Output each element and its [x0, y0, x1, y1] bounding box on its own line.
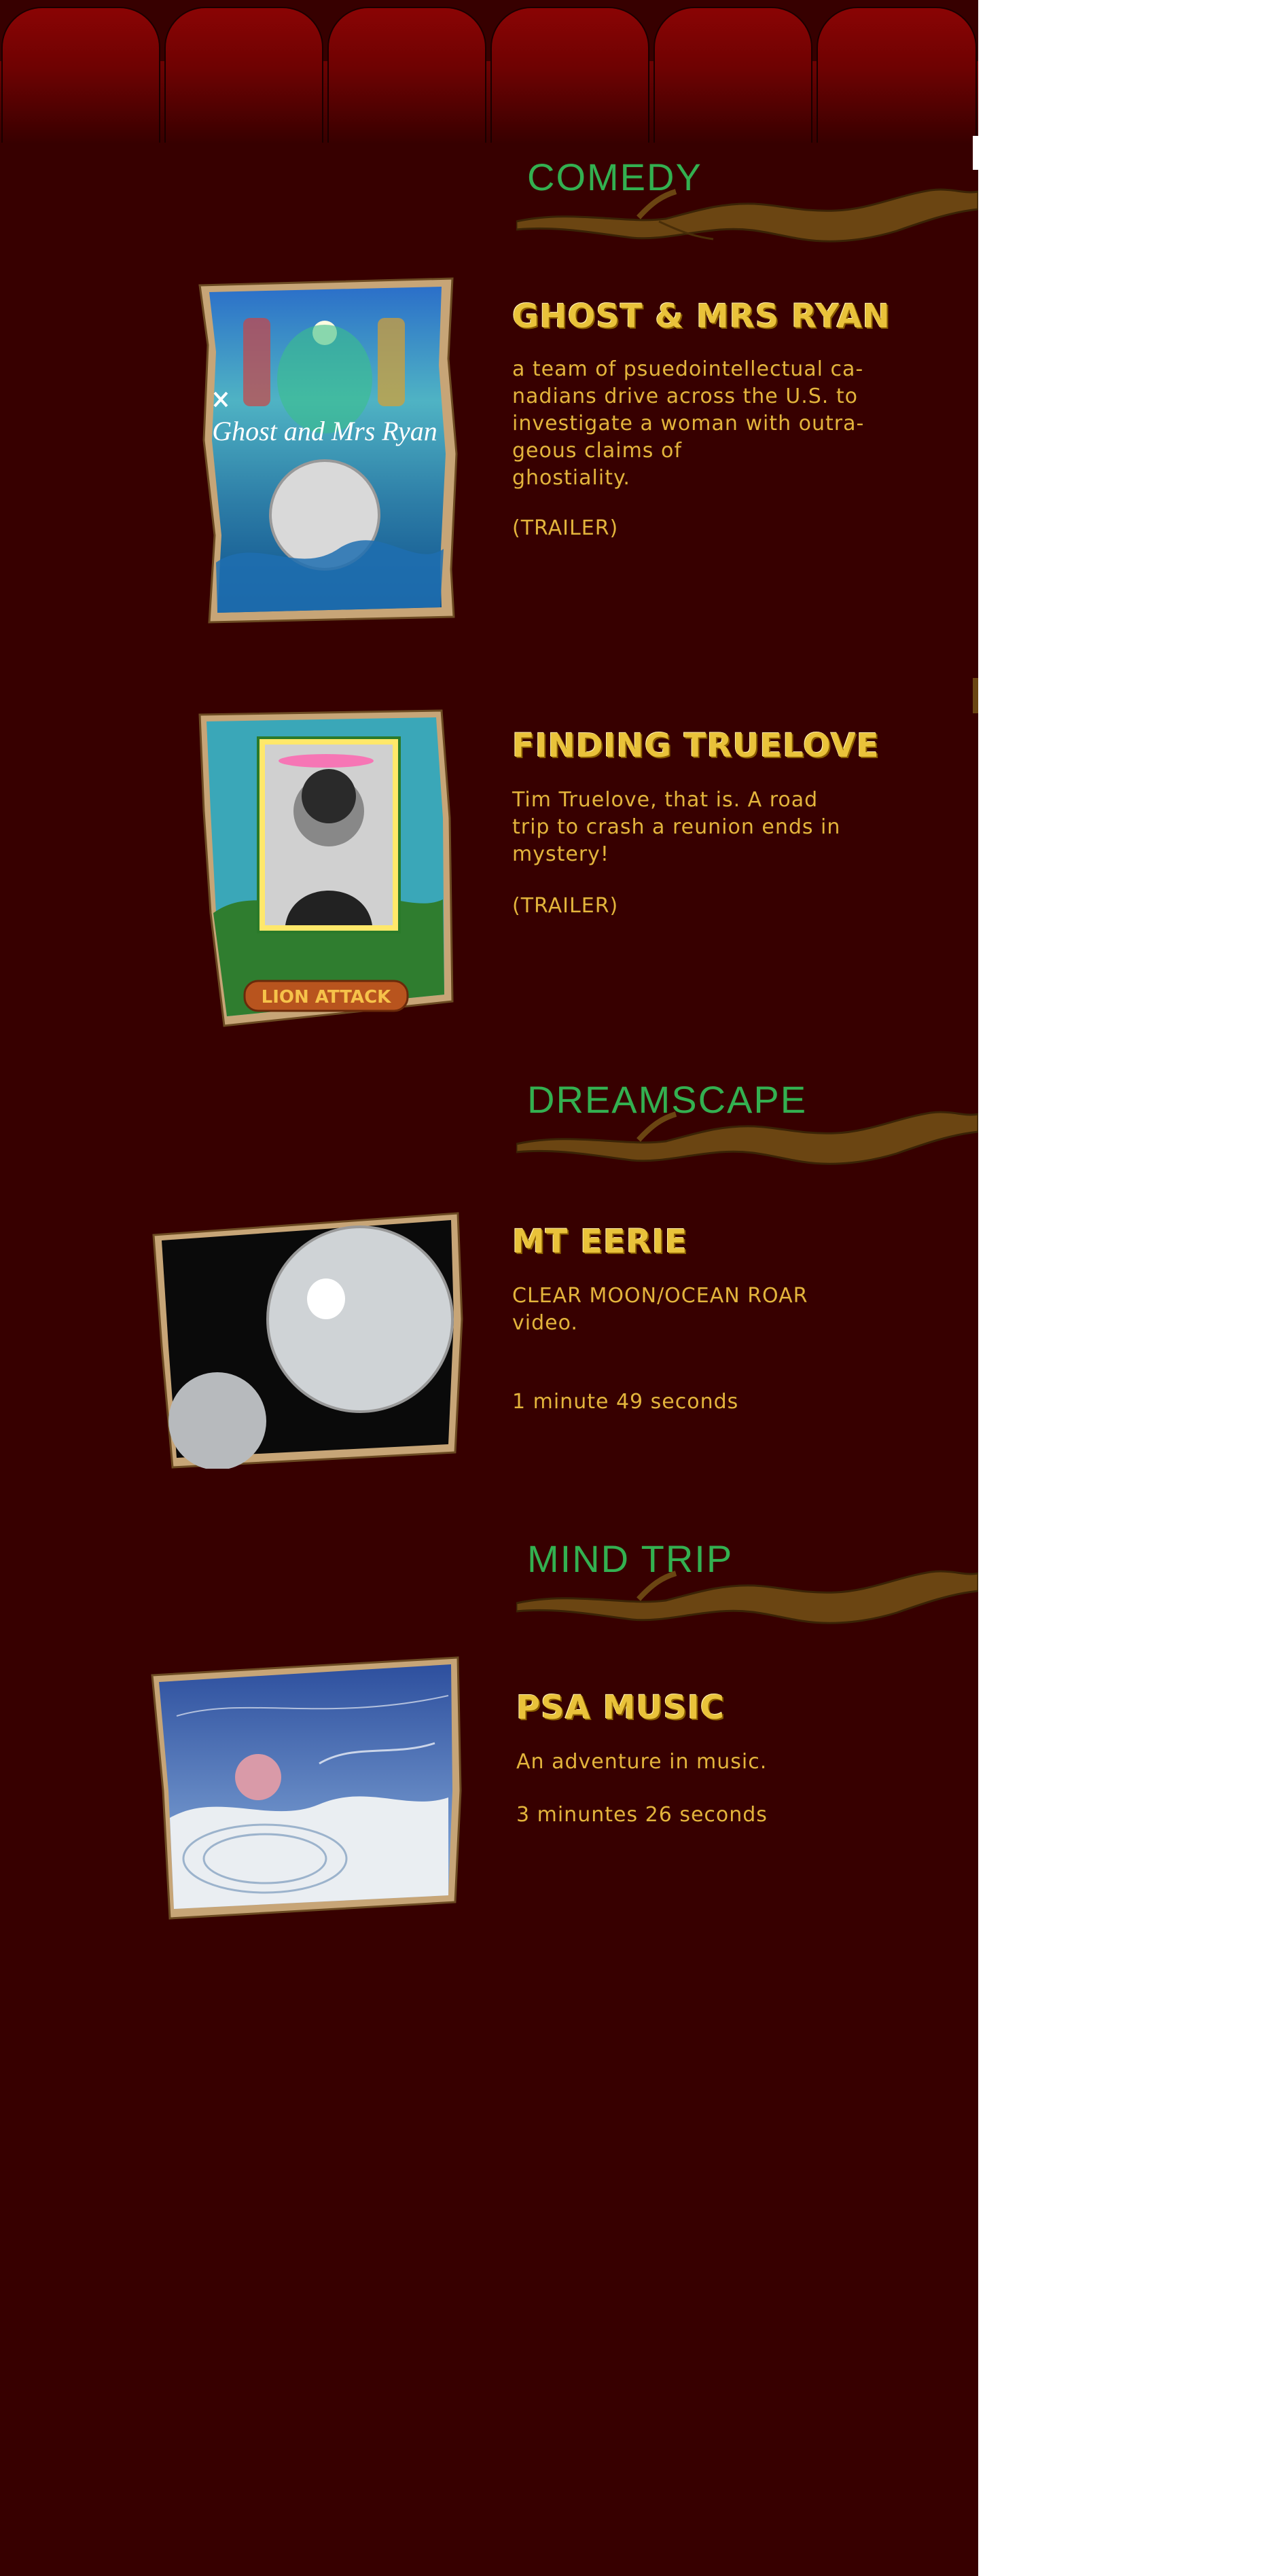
- trailer-link-finding-truelove[interactable]: (TRAILER): [512, 893, 618, 920]
- branch-divider: [516, 1111, 978, 1165]
- nav-tab-1[interactable]: [1, 7, 160, 143]
- nav-tab-5[interactable]: [654, 7, 812, 143]
- nav-tab-6[interactable]: [817, 7, 977, 143]
- psa-music-thumbnail[interactable]: [149, 1655, 465, 1920]
- card-title-finding-truelove[interactable]: FINDING TRUELOVE: [512, 727, 880, 765]
- finding-truelove-poster[interactable]: LION ATTACK: [197, 709, 455, 1028]
- card-description-psa-music: An adventure in music.: [516, 1750, 768, 1774]
- mt-eerie-thumbnail[interactable]: [152, 1211, 465, 1469]
- card-title-ghost-mrs-ryan[interactable]: GHOST & MRS RYAN: [512, 298, 891, 336]
- poster-lion-attack-text: LION ATTACK: [262, 987, 392, 1007]
- nav-tab-3[interactable]: [327, 7, 486, 143]
- ghost-mrs-ryan-poster[interactable]: Ghost and Mrs Ryan: [196, 277, 461, 624]
- card-description-mt-eerie: CLEAR MOON/OCEAN ROAR video.: [512, 1284, 808, 1335]
- nav-tab-4[interactable]: [490, 7, 649, 143]
- nav-tab-2[interactable]: [164, 7, 323, 143]
- tab-strip: [0, 0, 978, 143]
- duration-mt-eerie: 1 minute 49 seconds: [512, 1390, 739, 1414]
- card-description-ghost-mrs-ryan: a team of psuedointellectual ca- nadians…: [512, 357, 865, 490]
- edge-marker: [973, 678, 978, 713]
- card-title-psa-music[interactable]: PSA MUSIC: [516, 1689, 725, 1727]
- duration-psa-music: 3 minuntes 26 seconds: [516, 1803, 768, 1827]
- trailer-link-ghost-mrs-ryan[interactable]: (TRAILER): [512, 515, 618, 542]
- poster-title-text: Ghost and Mrs Ryan: [212, 416, 437, 446]
- content-panel: COMEDY Ghost and Mrs Ryan GHOST & MRS RY…: [0, 0, 978, 2576]
- card-description-finding-truelove: Tim Truelove, that is. A road trip to cr…: [512, 788, 841, 866]
- branch-divider: [516, 188, 978, 243]
- branch-divider: [516, 1570, 978, 1624]
- card-title-mt-eerie[interactable]: MT EERIE: [512, 1223, 687, 1261]
